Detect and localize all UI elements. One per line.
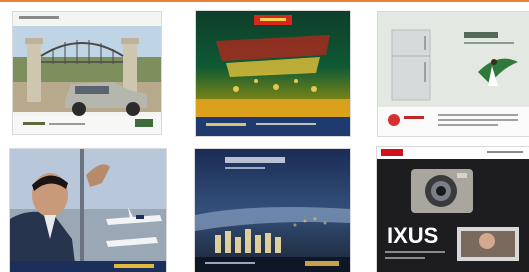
thumbnail-appliance-ad[interactable] bbox=[378, 12, 529, 136]
appliance-ad-image bbox=[378, 12, 529, 136]
camera-ad-headline: IXUS bbox=[387, 223, 438, 248]
thumbnail-airline-ad[interactable] bbox=[10, 149, 166, 272]
thumbnail-poster-ad[interactable] bbox=[196, 11, 350, 136]
airline-ad-image bbox=[10, 149, 166, 272]
thumbnail-camera-ad[interactable]: IXUS bbox=[377, 147, 529, 272]
real-estate-ad-image bbox=[195, 149, 350, 272]
camera-ad-image: IXUS bbox=[377, 147, 529, 272]
thumbnail-car-ad[interactable] bbox=[13, 12, 161, 134]
poster-ad-image bbox=[196, 11, 350, 136]
car-ad-image bbox=[13, 12, 161, 134]
thumbnail-real-estate-ad[interactable] bbox=[195, 149, 350, 272]
accent-top-line bbox=[0, 0, 529, 2]
